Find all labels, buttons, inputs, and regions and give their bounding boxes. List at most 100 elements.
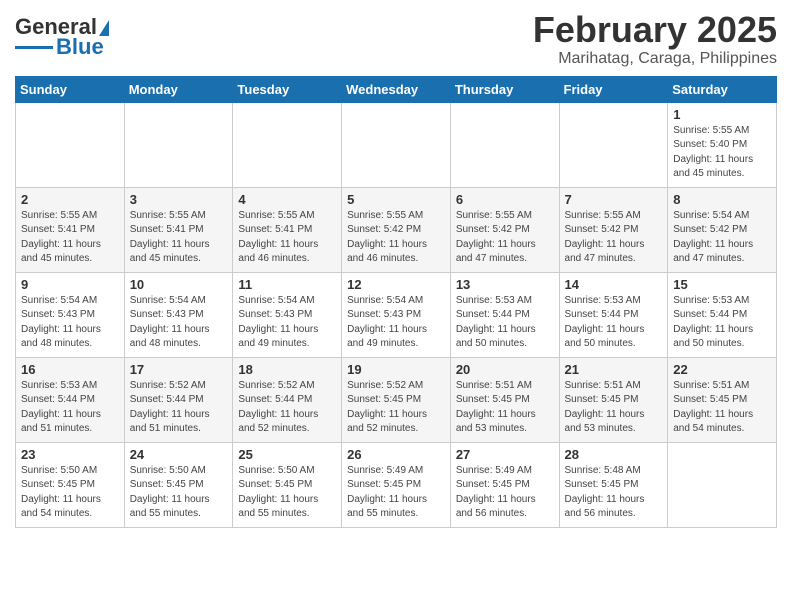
day-info: Sunrise: 5:51 AM Sunset: 5:45 PM Dayligh…	[565, 379, 663, 437]
day-number: 2	[21, 192, 119, 207]
day-info: Sunrise: 5:52 AM Sunset: 5:44 PM Dayligh…	[130, 379, 228, 437]
logo: General Blue	[15, 16, 109, 58]
calendar-cell: 2 Sunrise: 5:55 AM Sunset: 5:41 PM Daylig…	[16, 187, 125, 272]
day-info: Sunrise: 5:50 AM Sunset: 5:45 PM Dayligh…	[130, 464, 228, 522]
day-info: Sunrise: 5:55 AM Sunset: 5:41 PM Dayligh…	[130, 209, 228, 267]
day-info: Sunrise: 5:55 AM Sunset: 5:41 PM Dayligh…	[21, 209, 119, 267]
day-number: 6	[456, 192, 554, 207]
calendar-cell: 20 Sunrise: 5:51 AM Sunset: 5:45 PM Dayli…	[450, 357, 559, 442]
calendar-cell: 24 Sunrise: 5:50 AM Sunset: 5:45 PM Dayli…	[124, 442, 233, 527]
calendar-cell	[559, 102, 668, 187]
calendar-cell	[124, 102, 233, 187]
day-number: 21	[565, 362, 663, 377]
calendar-cell: 9 Sunrise: 5:54 AM Sunset: 5:43 PM Daylig…	[16, 272, 125, 357]
calendar-cell: 8Sunrise: 5:54 AM Sunset: 5:42 PM Daylig…	[668, 187, 777, 272]
calendar-cell: 19 Sunrise: 5:52 AM Sunset: 5:45 PM Dayli…	[342, 357, 451, 442]
day-info: Sunrise: 5:53 AM Sunset: 5:44 PM Dayligh…	[21, 379, 119, 437]
calendar-cell: 16 Sunrise: 5:53 AM Sunset: 5:44 PM Dayli…	[16, 357, 125, 442]
day-info: Sunrise: 5:50 AM Sunset: 5:45 PM Dayligh…	[238, 464, 336, 522]
day-info: Sunrise: 5:51 AM Sunset: 5:45 PM Dayligh…	[456, 379, 554, 437]
day-info: Sunrise: 5:55 AM Sunset: 5:40 PM Dayligh…	[673, 124, 771, 182]
day-info: Sunrise: 5:54 AM Sunset: 5:43 PM Dayligh…	[238, 294, 336, 352]
calendar-cell: 5 Sunrise: 5:55 AM Sunset: 5:42 PM Daylig…	[342, 187, 451, 272]
day-number: 25	[238, 447, 336, 462]
day-info: Sunrise: 5:54 AM Sunset: 5:42 PM Dayligh…	[673, 209, 771, 267]
day-info: Sunrise: 5:55 AM Sunset: 5:42 PM Dayligh…	[565, 209, 663, 267]
calendar-cell: 4 Sunrise: 5:55 AM Sunset: 5:41 PM Daylig…	[233, 187, 342, 272]
calendar-cell: 6 Sunrise: 5:55 AM Sunset: 5:42 PM Daylig…	[450, 187, 559, 272]
day-info: Sunrise: 5:55 AM Sunset: 5:41 PM Dayligh…	[238, 209, 336, 267]
day-number: 3	[130, 192, 228, 207]
day-info: Sunrise: 5:53 AM Sunset: 5:44 PM Dayligh…	[565, 294, 663, 352]
weekday-header-row: SundayMondayTuesdayWednesdayThursdayFrid…	[16, 76, 777, 102]
calendar-cell	[450, 102, 559, 187]
day-number: 14	[565, 277, 663, 292]
day-number: 9	[21, 277, 119, 292]
day-info: Sunrise: 5:52 AM Sunset: 5:44 PM Dayligh…	[238, 379, 336, 437]
calendar-cell: 15Sunrise: 5:53 AM Sunset: 5:44 PM Dayli…	[668, 272, 777, 357]
weekday-header: Tuesday	[233, 76, 342, 102]
day-number: 12	[347, 277, 445, 292]
day-number: 26	[347, 447, 445, 462]
weekday-header: Saturday	[668, 76, 777, 102]
day-number: 13	[456, 277, 554, 292]
calendar-cell: 23 Sunrise: 5:50 AM Sunset: 5:45 PM Dayli…	[16, 442, 125, 527]
day-number: 24	[130, 447, 228, 462]
weekday-header: Wednesday	[342, 76, 451, 102]
calendar-cell: 3 Sunrise: 5:55 AM Sunset: 5:41 PM Daylig…	[124, 187, 233, 272]
page-header: General Blue February 2025 Marihatag, Ca…	[15, 10, 777, 68]
calendar-cell: 10 Sunrise: 5:54 AM Sunset: 5:43 PM Dayli…	[124, 272, 233, 357]
day-number: 23	[21, 447, 119, 462]
day-info: Sunrise: 5:51 AM Sunset: 5:45 PM Dayligh…	[673, 379, 771, 437]
day-number: 19	[347, 362, 445, 377]
day-number: 7	[565, 192, 663, 207]
day-number: 18	[238, 362, 336, 377]
calendar-cell: 21 Sunrise: 5:51 AM Sunset: 5:45 PM Dayli…	[559, 357, 668, 442]
calendar-week-row: 2 Sunrise: 5:55 AM Sunset: 5:41 PM Daylig…	[16, 187, 777, 272]
calendar-cell	[668, 442, 777, 527]
location-subtitle: Marihatag, Caraga, Philippines	[533, 50, 777, 68]
day-info: Sunrise: 5:50 AM Sunset: 5:45 PM Dayligh…	[21, 464, 119, 522]
calendar-cell: 7 Sunrise: 5:55 AM Sunset: 5:42 PM Daylig…	[559, 187, 668, 272]
calendar-cell: 17 Sunrise: 5:52 AM Sunset: 5:44 PM Dayli…	[124, 357, 233, 442]
calendar-cell: 12 Sunrise: 5:54 AM Sunset: 5:43 PM Dayli…	[342, 272, 451, 357]
calendar-week-row: 16 Sunrise: 5:53 AM Sunset: 5:44 PM Dayli…	[16, 357, 777, 442]
calendar-cell: 26 Sunrise: 5:49 AM Sunset: 5:45 PM Dayli…	[342, 442, 451, 527]
day-number: 20	[456, 362, 554, 377]
day-number: 16	[21, 362, 119, 377]
day-info: Sunrise: 5:54 AM Sunset: 5:43 PM Dayligh…	[130, 294, 228, 352]
calendar-cell: 22 Sunrise: 5:51 AM Sunset: 5:45 PM Dayli…	[668, 357, 777, 442]
calendar-cell: 13 Sunrise: 5:53 AM Sunset: 5:44 PM Dayli…	[450, 272, 559, 357]
calendar-cell: 18 Sunrise: 5:52 AM Sunset: 5:44 PM Dayli…	[233, 357, 342, 442]
day-info: Sunrise: 5:54 AM Sunset: 5:43 PM Dayligh…	[347, 294, 445, 352]
calendar-week-row: 23 Sunrise: 5:50 AM Sunset: 5:45 PM Dayli…	[16, 442, 777, 527]
day-number: 17	[130, 362, 228, 377]
day-number: 1	[673, 107, 771, 122]
day-info: Sunrise: 5:53 AM Sunset: 5:44 PM Dayligh…	[673, 294, 771, 352]
calendar-cell	[233, 102, 342, 187]
day-info: Sunrise: 5:53 AM Sunset: 5:44 PM Dayligh…	[456, 294, 554, 352]
day-info: Sunrise: 5:52 AM Sunset: 5:45 PM Dayligh…	[347, 379, 445, 437]
calendar-table: SundayMondayTuesdayWednesdayThursdayFrid…	[15, 76, 777, 528]
day-number: 5	[347, 192, 445, 207]
day-number: 27	[456, 447, 554, 462]
calendar-cell: 28Sunrise: 5:48 AM Sunset: 5:45 PM Dayli…	[559, 442, 668, 527]
day-info: Sunrise: 5:49 AM Sunset: 5:45 PM Dayligh…	[347, 464, 445, 522]
day-number: 4	[238, 192, 336, 207]
weekday-header: Sunday	[16, 76, 125, 102]
day-info: Sunrise: 5:48 AM Sunset: 5:45 PM Dayligh…	[565, 464, 663, 522]
title-block: February 2025 Marihatag, Caraga, Philipp…	[533, 10, 777, 68]
day-number: 22	[673, 362, 771, 377]
month-title: February 2025	[533, 10, 777, 50]
weekday-header: Thursday	[450, 76, 559, 102]
calendar-week-row: 9 Sunrise: 5:54 AM Sunset: 5:43 PM Daylig…	[16, 272, 777, 357]
day-info: Sunrise: 5:55 AM Sunset: 5:42 PM Dayligh…	[456, 209, 554, 267]
day-number: 10	[130, 277, 228, 292]
day-info: Sunrise: 5:55 AM Sunset: 5:42 PM Dayligh…	[347, 209, 445, 267]
weekday-header: Friday	[559, 76, 668, 102]
day-info: Sunrise: 5:54 AM Sunset: 5:43 PM Dayligh…	[21, 294, 119, 352]
weekday-header: Monday	[124, 76, 233, 102]
calendar-cell: 14 Sunrise: 5:53 AM Sunset: 5:44 PM Dayli…	[559, 272, 668, 357]
calendar-cell: 27Sunrise: 5:49 AM Sunset: 5:45 PM Dayli…	[450, 442, 559, 527]
calendar-cell: 11Sunrise: 5:54 AM Sunset: 5:43 PM Dayli…	[233, 272, 342, 357]
